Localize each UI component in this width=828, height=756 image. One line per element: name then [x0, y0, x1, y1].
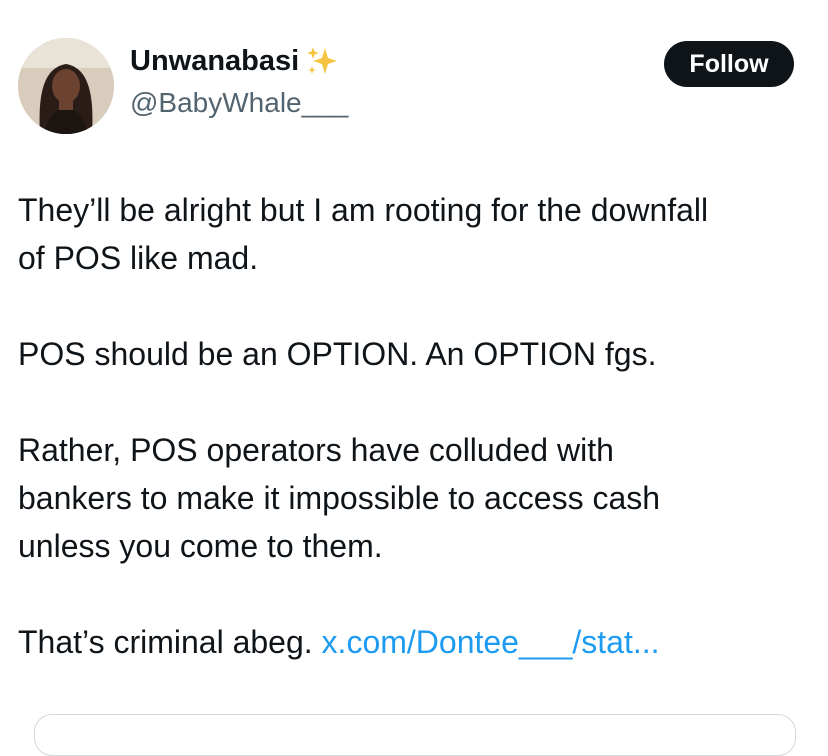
profile-photo-icon — [18, 38, 114, 134]
tweet-text: They’ll be alright but I am rooting for … — [18, 186, 818, 666]
tweet-line: bankers to make it impossible to access … — [18, 480, 661, 516]
tweet-line: POS should be an OPTION. An OPTION fgs. — [18, 336, 657, 372]
user-handle[interactable]: @BabyWhale___ — [130, 87, 348, 119]
tweet-line: unless you come to them. — [18, 528, 383, 564]
display-name[interactable]: Unwanabasi — [130, 45, 299, 78]
sparkles-icon — [307, 47, 338, 74]
tweet-line: That’s criminal abeg. — [18, 624, 322, 660]
tweet-line: Rather, POS operators have colluded with — [18, 432, 614, 468]
tweet-line: of POS like mad. — [18, 240, 259, 276]
tweet-paragraph-1: They’ll be alright but I am rooting for … — [18, 186, 818, 282]
follow-button[interactable]: Follow — [664, 41, 794, 87]
quoted-tweet-card[interactable] — [34, 714, 796, 756]
avatar[interactable] — [18, 38, 114, 134]
tweet-link[interactable]: x.com/Dontee___/stat... — [322, 624, 660, 660]
tweet-paragraph-3: Rather, POS operators have colluded with… — [18, 426, 818, 570]
tweet-paragraph-4: That’s criminal abeg. x.com/Dontee___/st… — [18, 618, 818, 666]
author-name-row: Unwanabasi — [130, 44, 339, 78]
tweet-line: They’ll be alright but I am rooting for … — [18, 192, 709, 228]
tweet-paragraph-2: POS should be an OPTION. An OPTION fgs. — [18, 330, 818, 378]
